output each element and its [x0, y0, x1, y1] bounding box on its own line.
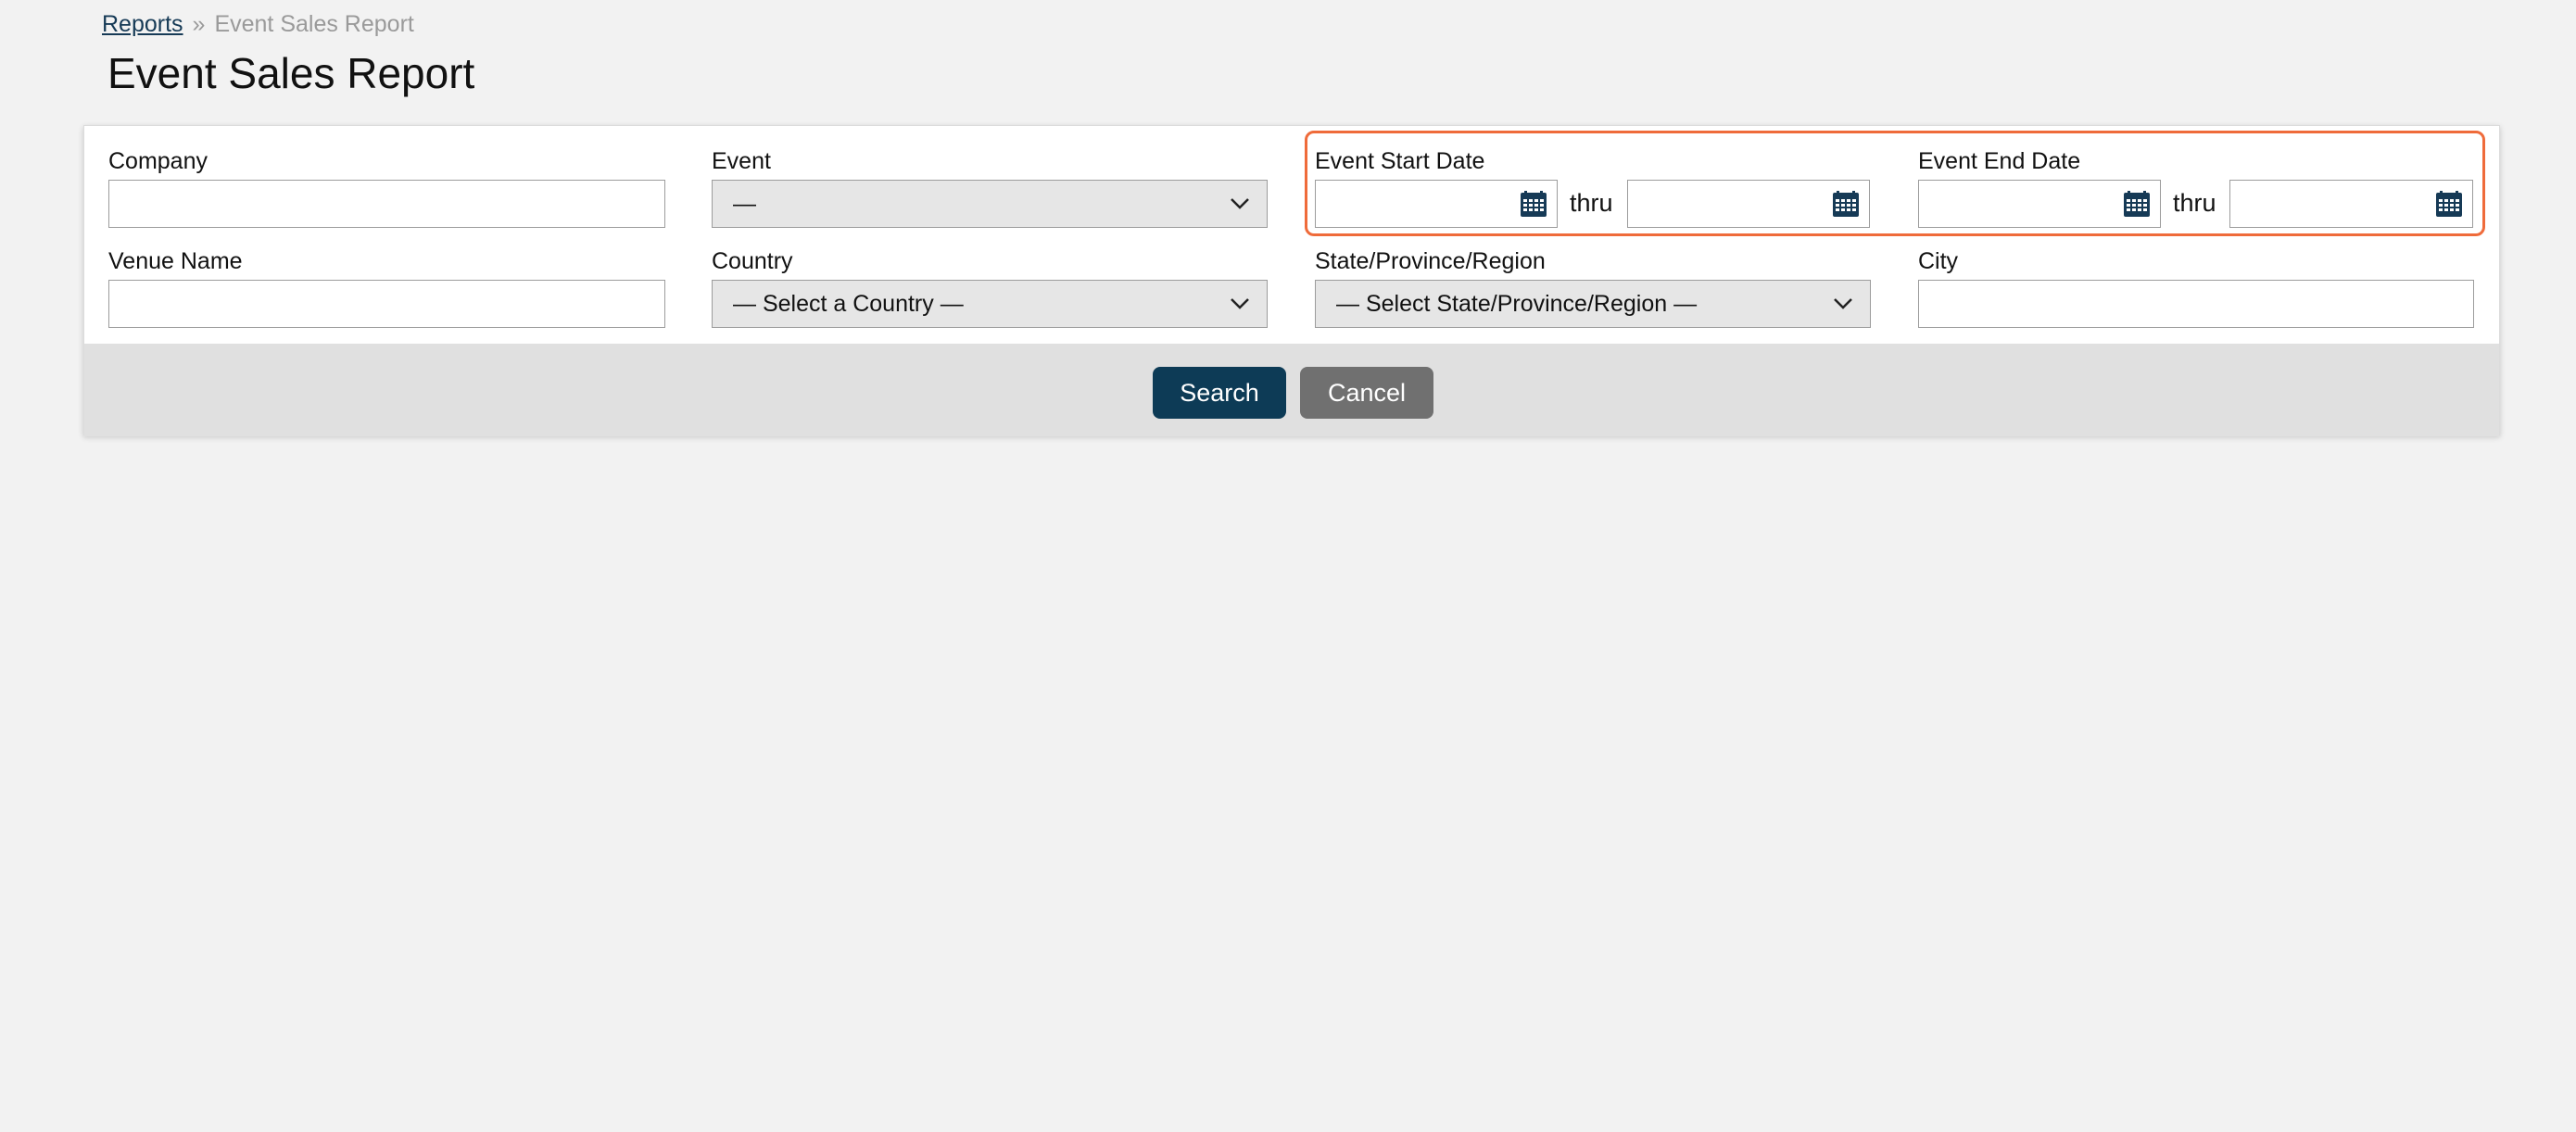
chevron-down-icon: [1231, 298, 1249, 309]
thru-label: thru: [2173, 189, 2216, 217]
cancel-button[interactable]: Cancel: [1300, 367, 1433, 419]
event-select-value: —: [733, 190, 756, 217]
thru-label: thru: [1570, 189, 1613, 217]
event-select[interactable]: —: [712, 180, 1268, 228]
state-select-value: — Select State/Province/Region —: [1336, 290, 1698, 317]
event-start-date-label: Event Start Date: [1315, 148, 1485, 174]
breadcrumb-link-reports[interactable]: Reports: [102, 11, 183, 38]
country-label: Country: [712, 248, 793, 274]
breadcrumb-separator: »: [192, 11, 206, 37]
event-end-date-label: Event End Date: [1918, 148, 2081, 174]
city-label: City: [1918, 248, 1959, 274]
calendar-icon[interactable]: [2123, 190, 2151, 218]
calendar-icon[interactable]: [1832, 190, 1860, 218]
event-start-date-from-input[interactable]: [1315, 180, 1558, 228]
breadcrumb-current: Event Sales Report: [214, 11, 414, 37]
state-select[interactable]: — Select State/Province/Region —: [1315, 280, 1871, 328]
chevron-down-icon: [1231, 198, 1249, 209]
search-form-panel: Company Event — Event Start Date thru Ev…: [83, 125, 2500, 436]
calendar-icon[interactable]: [1520, 190, 1547, 218]
venue-name-label: Venue Name: [108, 248, 243, 274]
calendar-icon[interactable]: [2435, 190, 2463, 218]
company-input[interactable]: [108, 180, 665, 228]
chevron-down-icon: [1834, 298, 1852, 309]
search-button[interactable]: Search: [1153, 367, 1286, 419]
country-select-value: — Select a Country —: [733, 290, 964, 317]
country-select[interactable]: — Select a Country —: [712, 280, 1268, 328]
state-label: State/Province/Region: [1315, 248, 1546, 274]
event-label: Event: [712, 148, 771, 174]
form-actions-bar: Search Cancel: [84, 344, 2499, 436]
event-end-date-from-input[interactable]: [1918, 180, 2161, 228]
city-input[interactable]: [1918, 280, 2474, 328]
event-end-date-to-input[interactable]: [2229, 180, 2473, 228]
company-label: Company: [108, 148, 208, 174]
breadcrumb: Reports » Event Sales Report: [102, 11, 414, 38]
event-start-date-to-input[interactable]: [1627, 180, 1870, 228]
page-title: Event Sales Report: [107, 49, 475, 97]
venue-name-input[interactable]: [108, 280, 665, 328]
